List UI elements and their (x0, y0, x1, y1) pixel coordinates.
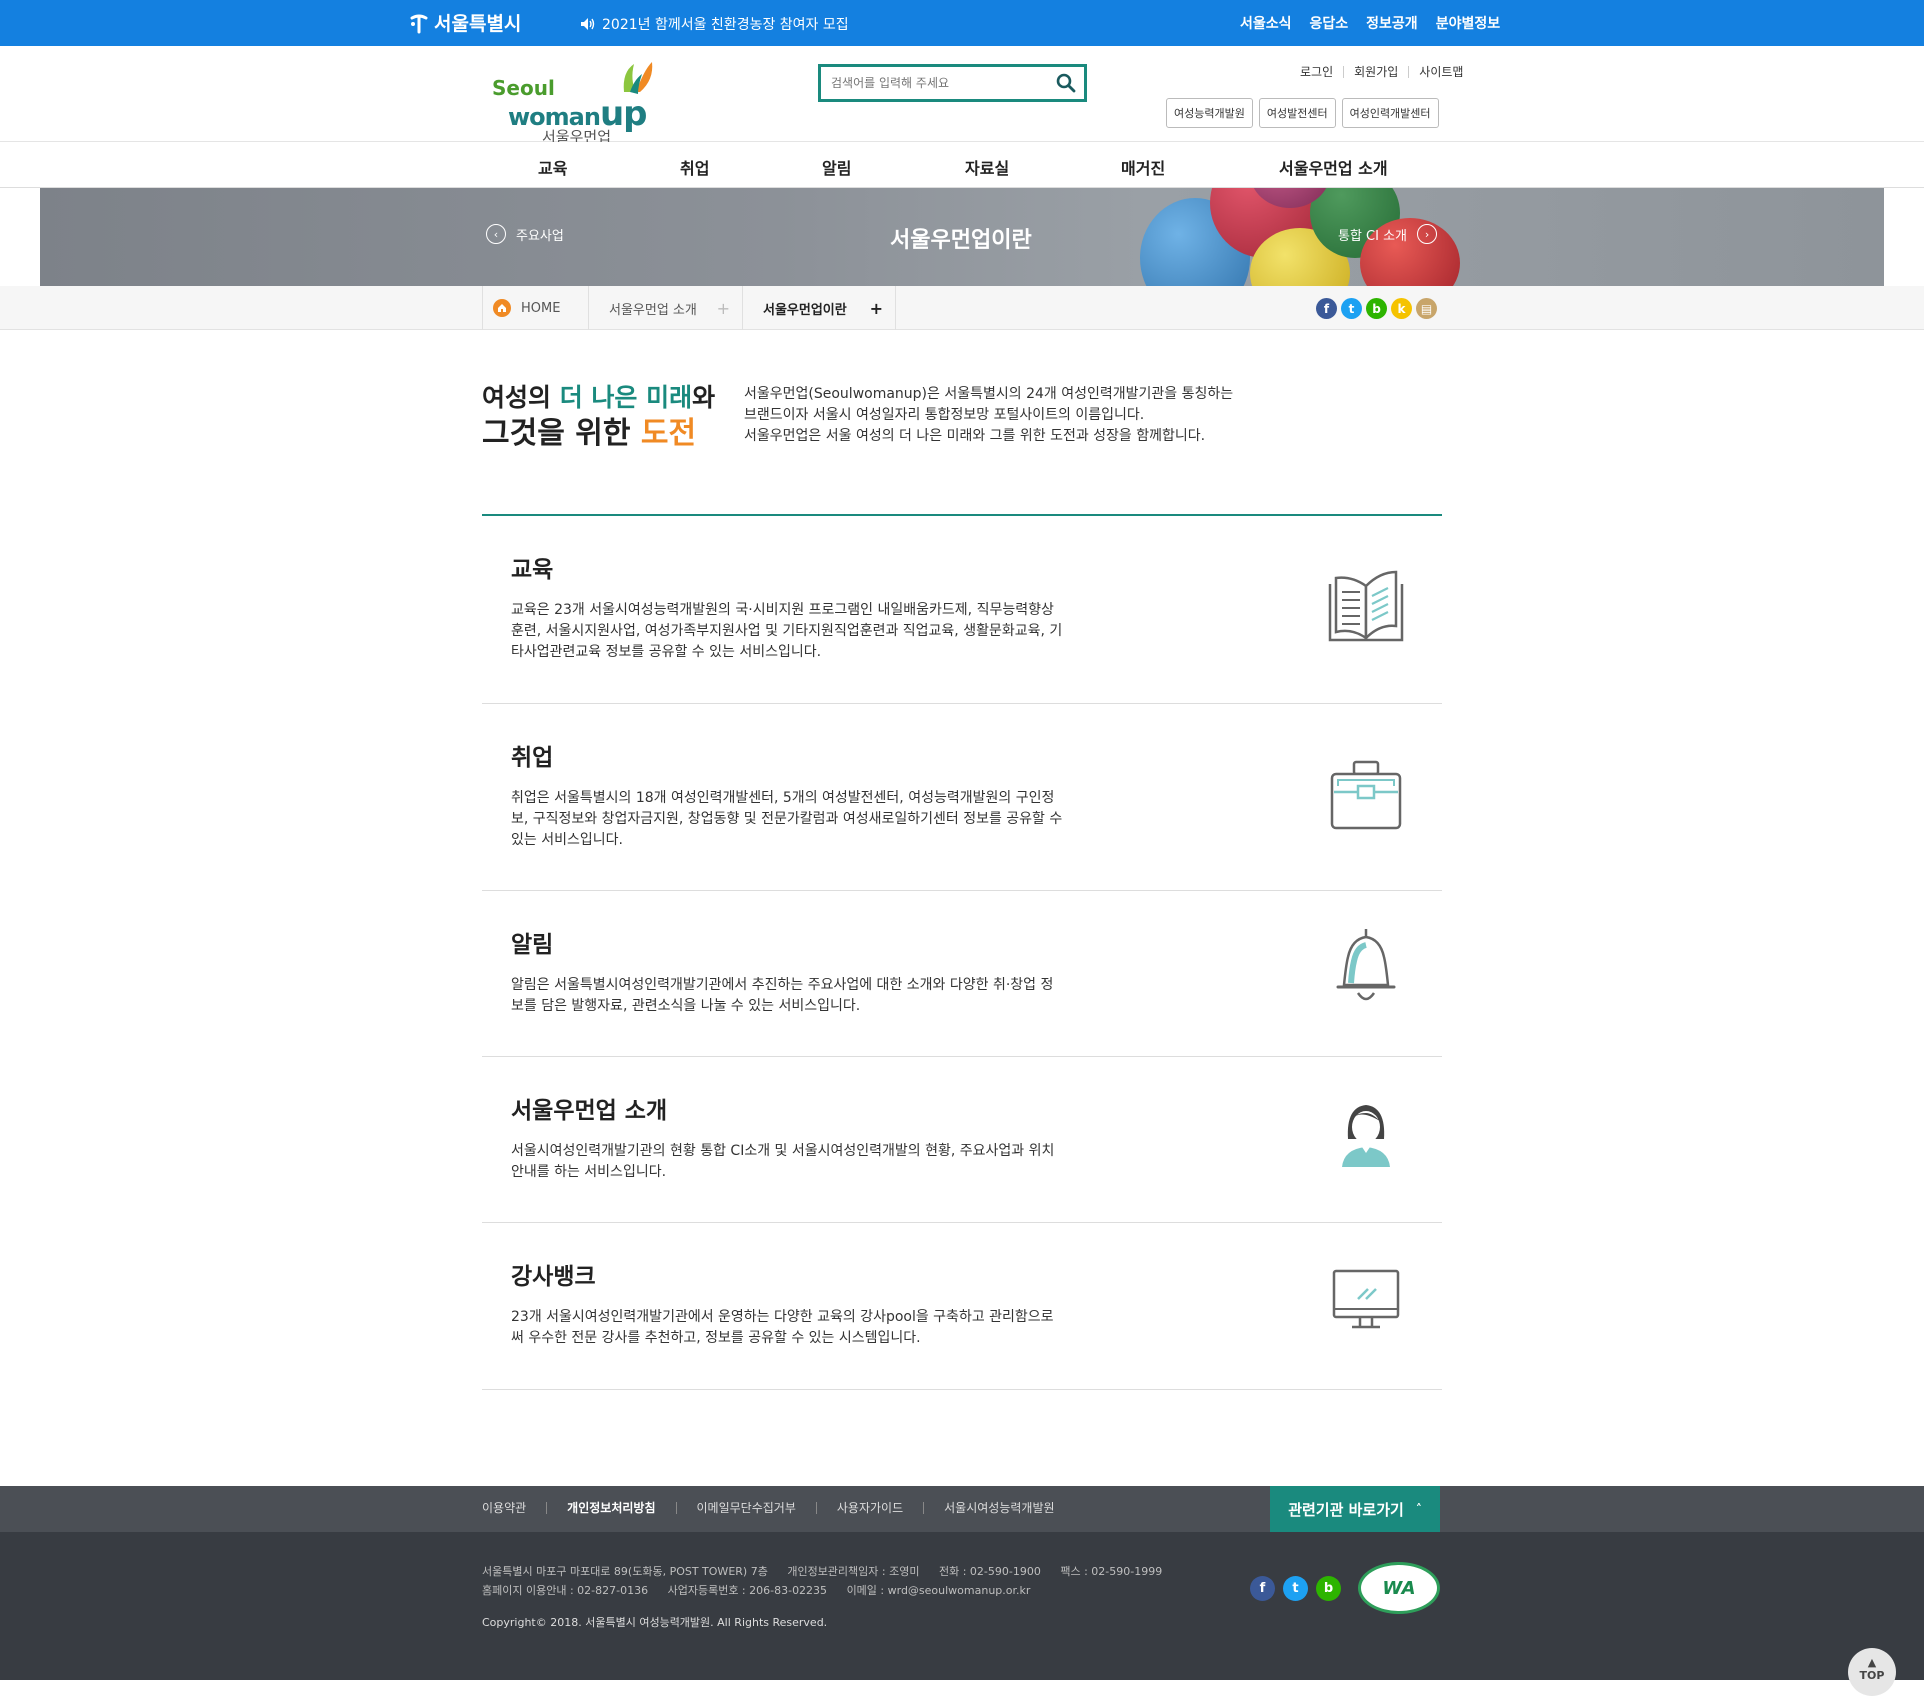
chevron-up-icon: ˄ (1415, 1502, 1422, 1516)
search-icon[interactable] (1056, 73, 1076, 93)
gnb-notice[interactable]: 알림 (822, 155, 851, 179)
top-notice[interactable]: 2021년 함께서울 친환경농장 참여자 모집 (580, 14, 849, 34)
section-description: 교육은 23개 서울시여성능력개발원의 국·시비지원 프로그램인 내일배움카드제… (511, 602, 1063, 660)
band-icon[interactable]: b (1366, 298, 1387, 319)
twitter-icon[interactable]: t (1341, 298, 1362, 319)
gnb-employment[interactable]: 취업 (680, 155, 709, 179)
person-icon (1342, 1105, 1390, 1167)
util-link-field-info[interactable]: 분야별정보 (1436, 13, 1500, 33)
speaker-icon (581, 18, 595, 30)
chevron-left-icon: ‹ (486, 224, 506, 244)
intro-headline: 여성의 더 나은 미래와 그것을 위한 도전 (482, 383, 716, 451)
footer-link-terms[interactable]: 이용약관 (482, 1502, 546, 1514)
join-link[interactable]: 회원가입 (1343, 66, 1408, 78)
breadcrumb-home[interactable]: HOME (482, 286, 588, 330)
prev-page-link[interactable]: ‹ 주요사업 (486, 224, 564, 244)
section-title: 강사뱅크 (511, 1264, 596, 1290)
search-box (818, 64, 1087, 102)
sub-visual-banner: ‹ 주요사업 서울우먼업이란 통합 CI 소개 › (40, 188, 1884, 286)
service-section-education: 교육 교육은 23개 서울시여성능력개발원의 국·시비지원 프로그램인 내일배움… (482, 516, 1442, 704)
main-navigation: 교육 취업 알림 자료실 매거진 서울우먼업 소개 (0, 142, 1924, 188)
breadcrumb-level1[interactable]: 서울우먼업 소개 + (588, 286, 742, 330)
bell-icon (1336, 929, 1396, 1001)
footer-link-institute[interactable]: 서울시여성능력개발원 (923, 1502, 1074, 1514)
share-buttons: f t b k ▤ (1316, 298, 1437, 319)
footer-address: 서울특별시 마포구 마포대로 89(도화동, POST TOWER) 7층 개인… (482, 1565, 1163, 1597)
service-section-employment: 취업 취업은 서울특별시의 18개 여성인력개발센터, 5개의 여성발전센터, … (482, 704, 1442, 891)
women-development-center-button[interactable]: 여성발전센터 (1258, 98, 1336, 128)
plus-icon: + (716, 298, 730, 318)
kakaostory-icon[interactable]: k (1391, 298, 1412, 319)
print-icon[interactable]: ▤ (1416, 298, 1437, 319)
section-title: 취업 (511, 745, 554, 771)
section-description: 서울시여성인력개발기관의 현황 통합 CI소개 및 서울시여성인력개발의 현황,… (511, 1143, 1055, 1180)
open-book-icon (1328, 570, 1404, 642)
copyright: Copyright© 2018. 서울특별시 여성능력개발원. All Righ… (482, 1616, 828, 1629)
twitter-icon[interactable]: t (1283, 1576, 1308, 1601)
footer-link-user-guide[interactable]: 사용자가이드 (815, 1502, 923, 1514)
gnb-education[interactable]: 교육 (538, 155, 567, 179)
footer-links-bar: 이용약관 개인정보처리방침 이메일무단수집거부 사용자가이드 서울시여성능력개발… (0, 1486, 1924, 1532)
next-page-link[interactable]: 통합 CI 소개 › (1338, 224, 1438, 244)
web-accessibility-mark: WA (1358, 1562, 1440, 1614)
leaf-logo-icon (623, 62, 653, 94)
briefcase-icon (1330, 760, 1402, 830)
footer-link-privacy[interactable]: 개인정보처리방침 (546, 1502, 675, 1514)
women-resource-center-button[interactable]: 여성인력개발센터 (1341, 98, 1439, 128)
util-link-seoul-news[interactable]: 서울소식 (1240, 13, 1292, 33)
section-title: 서울우먼업 소개 (511, 1098, 668, 1124)
section-description: 알림은 서울특별시여성인력개발기관에서 추진하는 주요사업에 대한 소개와 다양… (511, 977, 1054, 1014)
footer-sns: f t b (1250, 1576, 1341, 1601)
service-section-instructor-bank: 강사뱅크 23개 서울시여성인력개발기관에서 운영하는 다양한 교육의 강사po… (482, 1223, 1442, 1390)
band-icon[interactable]: b (1316, 1576, 1341, 1601)
chevron-right-icon: › (1417, 224, 1438, 244)
gnb-archive[interactable]: 자료실 (965, 155, 1009, 179)
section-title: 알림 (511, 932, 554, 958)
home-icon (493, 299, 511, 317)
service-section-about: 서울우먼업 소개 서울시여성인력개발기관의 현황 통합 CI소개 및 서울시여성… (482, 1057, 1442, 1223)
intro-description: 서울우먼업(Seoulwomanup)은 서울특별시의 24개 여성인력개발기관… (744, 386, 1234, 444)
section-description: 취업은 서울특별시의 18개 여성인력개발센터, 5개의 여성발전센터, 여성능… (511, 790, 1063, 848)
scroll-top-button[interactable]: ▲ TOP (1848, 1648, 1896, 1696)
related-sites-button[interactable]: 관련기관 바로가기 ˄ (1270, 1486, 1440, 1532)
login-link[interactable]: 로그인 (1290, 66, 1343, 78)
breadcrumb: HOME 서울우먼업 소개 + 서울우먼업이란 + (0, 286, 1924, 330)
util-link-info-disclosure[interactable]: 정보공개 (1366, 13, 1418, 33)
sitemap-link[interactable]: 사이트맵 (1408, 66, 1473, 78)
page-title: 서울우먼업이란 (890, 228, 1032, 253)
arrow-up-icon: ▲ (1867, 1656, 1877, 1669)
women-ability-dev-button[interactable]: 여성능력개발원 (1166, 98, 1253, 128)
service-section-notice: 알림 알림은 서울특별시여성인력개발기관에서 추진하는 주요사업에 대한 소개와… (482, 891, 1442, 1057)
search-input[interactable] (821, 67, 1041, 99)
facebook-icon[interactable]: f (1316, 298, 1337, 319)
seoul-city-logo[interactable]: 서울특별시 (408, 9, 521, 36)
footer-link-email-refusal[interactable]: 이메일무단수집거부 (675, 1502, 816, 1514)
breadcrumb-level2[interactable]: 서울우먼업이란 + (742, 286, 896, 330)
monitor-icon (1332, 1269, 1400, 1329)
global-top-bar: 서울특별시 2021년 함께서울 친환경농장 참여자 모집 서울소식 응답소 정… (0, 0, 1924, 46)
section-title: 교육 (511, 557, 554, 583)
seoul-womanup-logo[interactable]: Seoul womanup 서울우먼업 (490, 58, 660, 146)
section-description: 23개 서울시여성인력개발기관에서 운영하는 다양한 교육의 강사pool을 구… (511, 1309, 1054, 1346)
gnb-about[interactable]: 서울우먼업 소개 (1279, 155, 1388, 179)
gnb-magazine[interactable]: 매거진 (1121, 155, 1165, 179)
facebook-icon[interactable]: f (1250, 1576, 1275, 1601)
seoul-symbol-icon (410, 14, 428, 33)
footer-info: 서울특별시 마포구 마포대로 89(도화동, POST TOWER) 7층 개인… (0, 1532, 1924, 1680)
plus-icon: + (869, 298, 883, 318)
util-link-eungdapso[interactable]: 응답소 (1310, 13, 1349, 33)
